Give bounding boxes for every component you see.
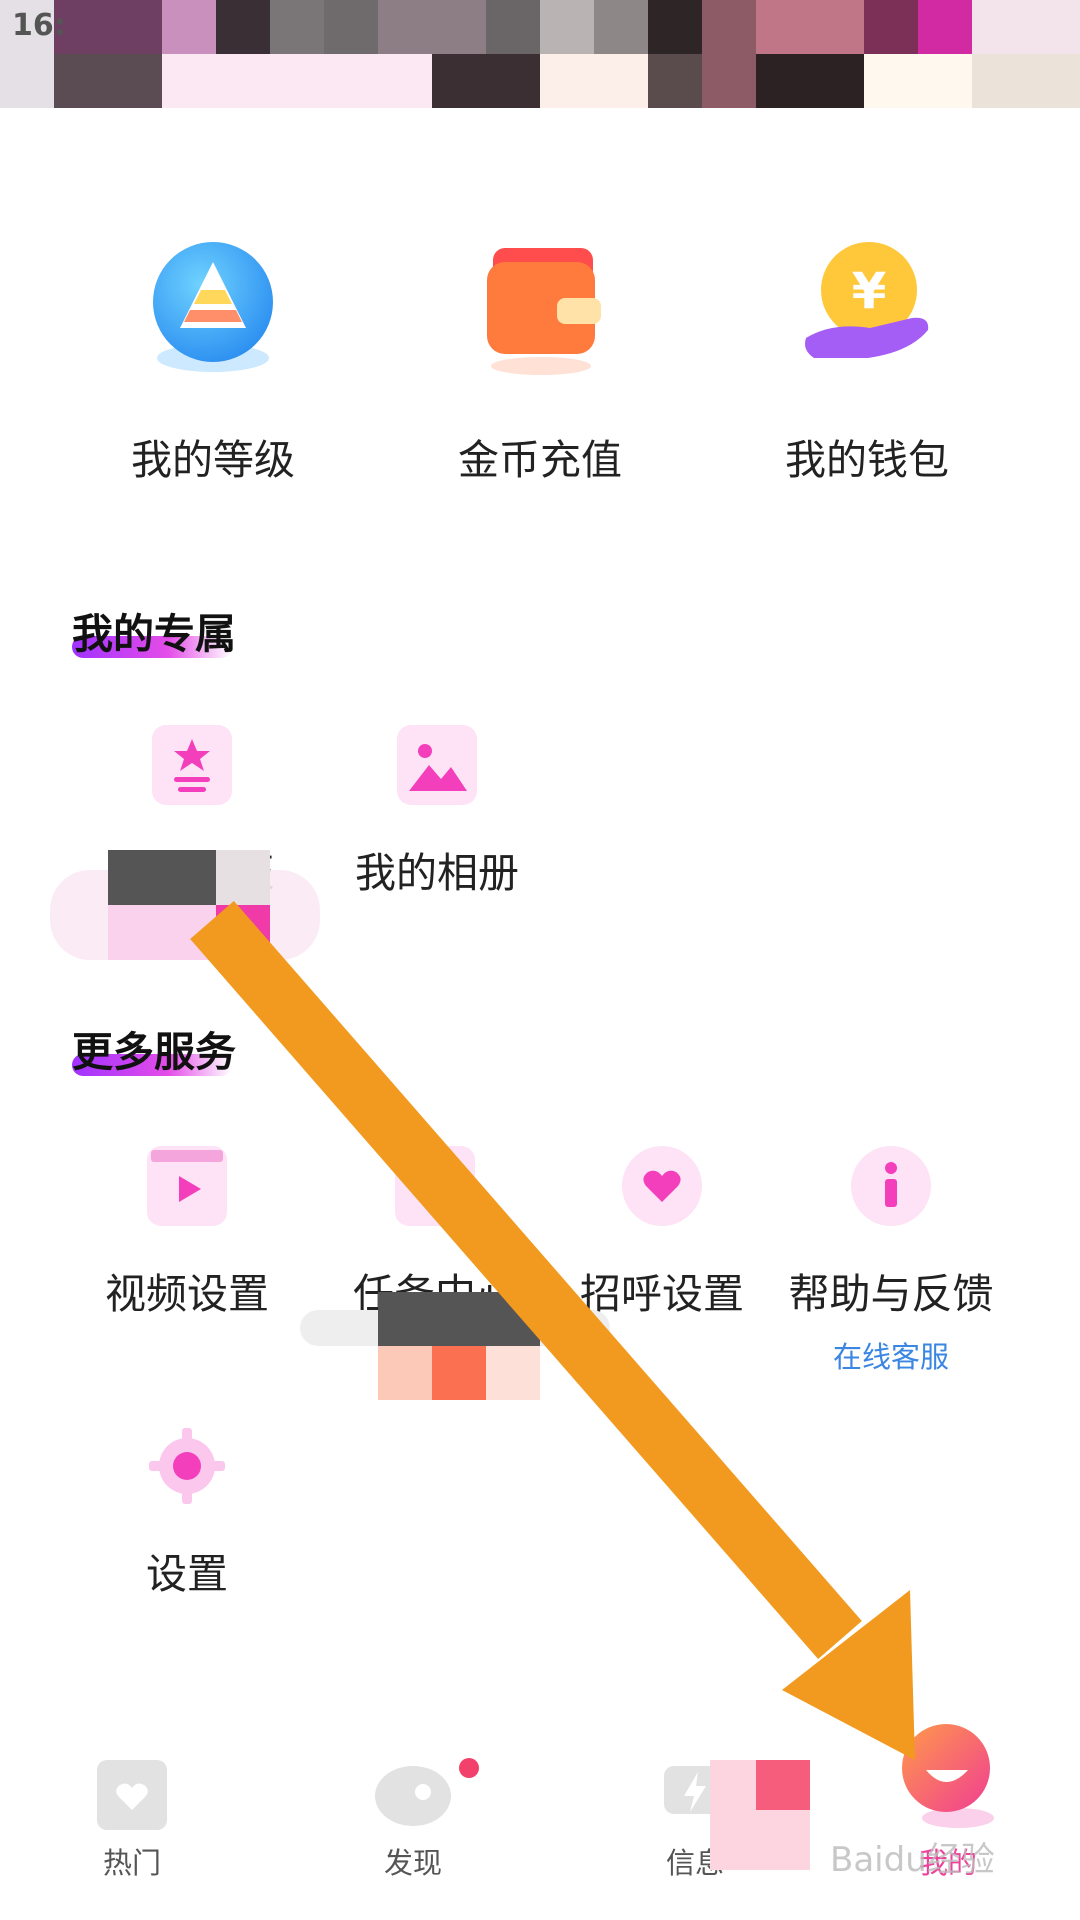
nav-discover[interactable]: 发现 [313, 1758, 513, 1882]
section-title-exclusive: 我的专属 [72, 610, 236, 658]
status-bar [0, 0, 1080, 108]
video-settings-label: 视频设置 [105, 1270, 269, 1318]
video-clapper-icon [147, 1146, 227, 1226]
censored-patch [486, 1346, 540, 1400]
section-title-more: 更多服务 [72, 1028, 236, 1076]
status-time: 16: [12, 8, 66, 43]
my-album-label: 我的相册 [355, 849, 519, 897]
online-service-link[interactable]: 在线客服 [781, 1334, 1001, 1376]
discover-badge [459, 1758, 479, 1778]
help-feedback-button[interactable]: 帮助与反馈 在线客服 [781, 1146, 1001, 1376]
info-icon [851, 1146, 931, 1226]
censored-patch [108, 905, 216, 960]
nav-hot[interactable]: 热门 [32, 1760, 232, 1882]
heart-card-icon [97, 1760, 167, 1830]
profile-face-icon [898, 1720, 998, 1830]
task-check-icon [395, 1146, 475, 1226]
my-wallet-button[interactable]: ¥ 我的钱包 [717, 240, 1017, 486]
my-level-label: 我的等级 [131, 436, 295, 484]
settings-button[interactable]: 设置 [77, 1426, 297, 1600]
wallet-icon [465, 240, 615, 390]
certification-star-icon [152, 725, 232, 805]
video-settings-button[interactable]: 视频设置 [77, 1146, 297, 1320]
my-wallet-label: 我的钱包 [785, 436, 949, 484]
discover-bubble-icon [373, 1760, 453, 1830]
watermark: Baidu经验 [830, 1840, 995, 1880]
greeting-settings-button[interactable]: 招呼设置 [552, 1146, 772, 1320]
my-album-button[interactable]: 我的相册 [327, 725, 547, 899]
album-image-icon [397, 725, 477, 805]
censored-patch [756, 1760, 810, 1810]
level-pyramid-icon [138, 240, 288, 390]
coin-recharge-button[interactable]: 金币充值 [390, 240, 690, 486]
coin-recharge-label: 金币充值 [458, 436, 622, 484]
censored-patch [378, 1292, 540, 1346]
nav-hot-label: 热门 [102, 1846, 161, 1880]
censored-patch [432, 1346, 486, 1400]
settings-label: 设置 [146, 1550, 228, 1598]
greeting-heart-icon [622, 1146, 702, 1226]
nav-discover-label: 发现 [383, 1846, 442, 1880]
coin-hand-icon: ¥ [792, 240, 942, 390]
censored-patch [378, 1346, 432, 1400]
censored-patch [216, 905, 270, 960]
svg-text:¥: ¥ [852, 262, 887, 320]
censored-patch [108, 850, 216, 905]
help-feedback-label: 帮助与反馈 [788, 1270, 994, 1318]
censored-patch [216, 850, 270, 905]
my-level-button[interactable]: 我的等级 [63, 240, 363, 486]
gear-icon [147, 1426, 227, 1506]
